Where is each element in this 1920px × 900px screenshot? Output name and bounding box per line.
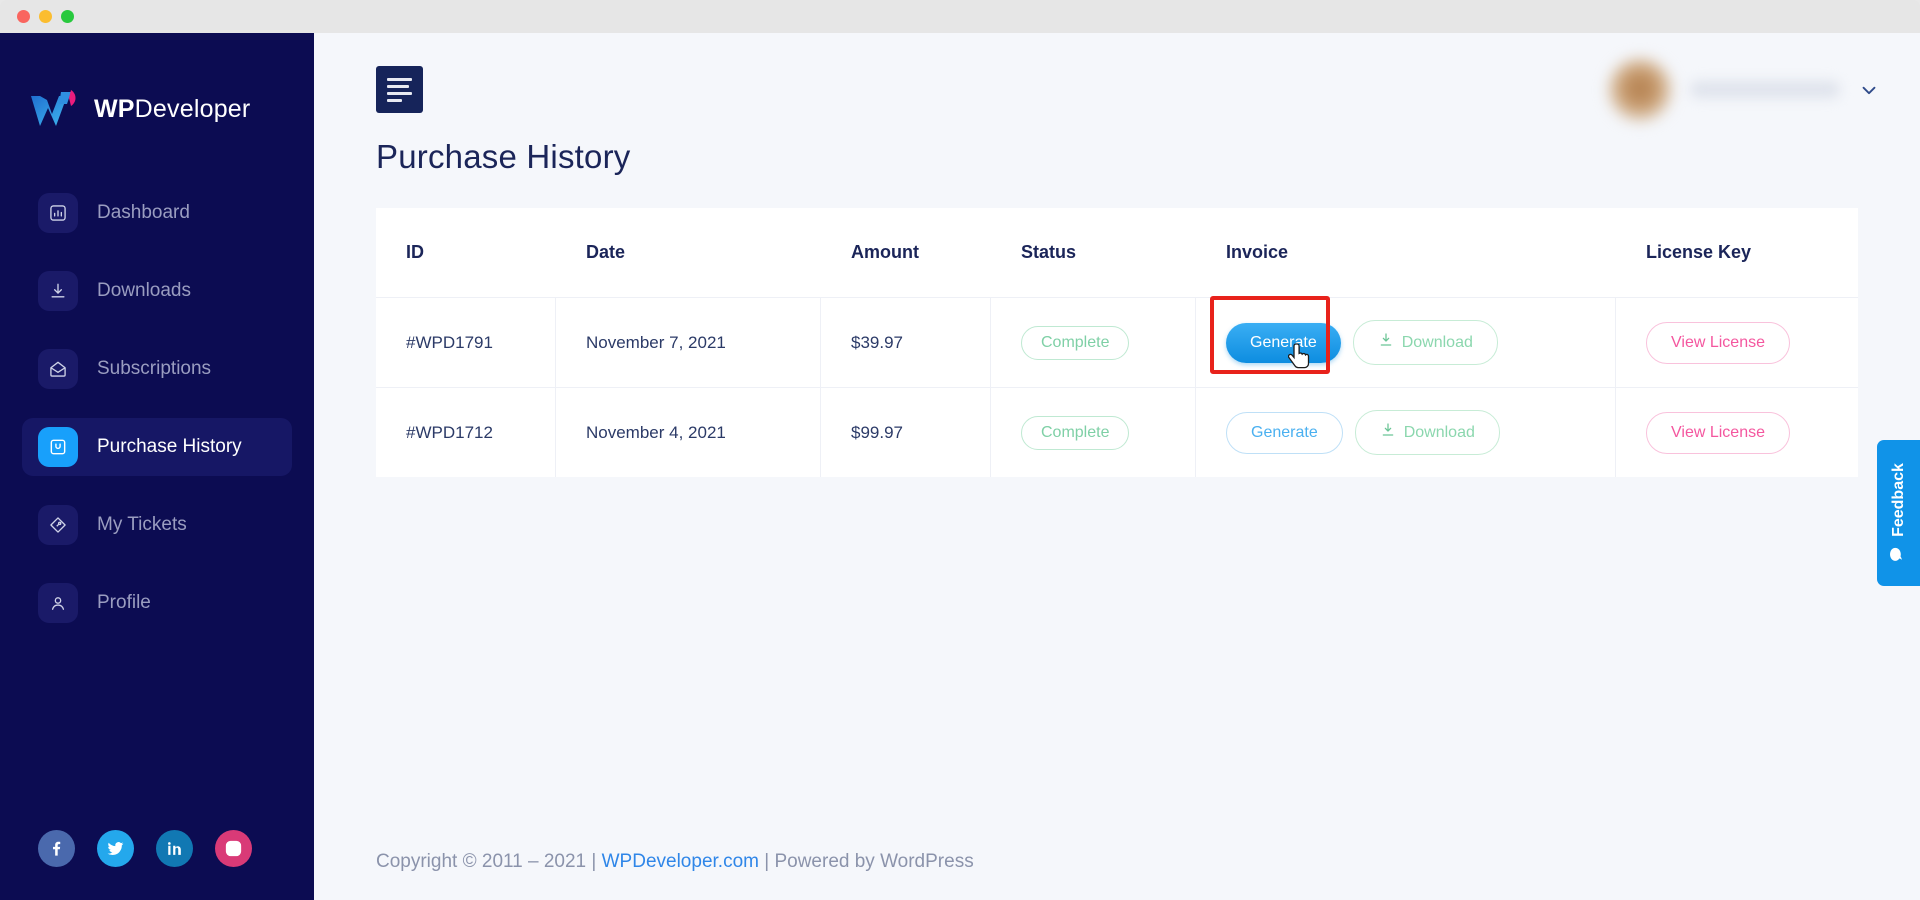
- cell-status: Complete: [991, 388, 1196, 477]
- invoice-actions: Generate Download: [1226, 320, 1615, 365]
- sidebar-item-profile[interactable]: Profile: [22, 574, 292, 632]
- ticket-icon: [38, 505, 78, 545]
- facebook-link[interactable]: [38, 830, 75, 867]
- footer-suffix: | Powered by WordPress: [759, 851, 974, 872]
- social-links: [0, 830, 314, 867]
- sidebar-item-subscriptions[interactable]: Subscriptions: [22, 340, 292, 398]
- wpdeveloper-logo-icon: [27, 86, 81, 132]
- instagram-icon: [224, 839, 243, 858]
- user-icon: [38, 583, 78, 623]
- chevron-down-icon[interactable]: [1858, 79, 1880, 101]
- download-button-label: Download: [1404, 424, 1475, 442]
- brand[interactable]: WPDeveloper: [0, 79, 314, 139]
- topbar: [314, 33, 1920, 146]
- linkedin-icon: [165, 839, 184, 858]
- user-menu[interactable]: [1608, 58, 1880, 122]
- facebook-icon: [47, 839, 66, 858]
- sidebar-item-my-tickets[interactable]: My Tickets: [22, 496, 292, 554]
- cell-date: November 4, 2021: [556, 388, 821, 477]
- status-badge: Complete: [1021, 326, 1129, 360]
- cell-invoice: Generate Download: [1196, 388, 1616, 477]
- window-minimize-button[interactable]: [39, 10, 52, 23]
- instagram-link[interactable]: [215, 830, 252, 867]
- sidebar-nav: Dashboard Downloads Subscriptions: [0, 184, 314, 632]
- user-name: [1690, 81, 1840, 98]
- footer-link[interactable]: WPDeveloper.com: [602, 851, 759, 872]
- brand-text: WPDeveloper: [94, 95, 250, 124]
- avatar: [1608, 58, 1672, 122]
- sidebar-item-label: Dashboard: [97, 202, 190, 224]
- column-header-license-key: License Key: [1616, 208, 1858, 298]
- chart-bar-icon: [38, 193, 78, 233]
- cell-date: November 7, 2021: [556, 298, 821, 388]
- download-button-row-1[interactable]: Download: [1353, 320, 1498, 365]
- cell-id: #WPD1791: [376, 298, 556, 388]
- cell-amount: $99.97: [821, 388, 991, 477]
- app-shell: WPDeveloper Dashboard Downloads: [0, 33, 1920, 900]
- table-row: #WPD1712 November 4, 2021 $99.97 Complet…: [376, 388, 1858, 477]
- table-header-row: ID Date Amount Status Invoice License Ke…: [376, 208, 1858, 298]
- table-head: ID Date Amount Status Invoice License Ke…: [376, 208, 1858, 298]
- cell-license-key: View License: [1616, 298, 1858, 388]
- twitter-icon: [106, 839, 125, 858]
- browser-chrome: [0, 0, 1920, 33]
- purchase-history-table-wrapper: ID Date Amount Status Invoice License Ke…: [376, 208, 1858, 477]
- sidebar-item-label: Purchase History: [97, 436, 242, 458]
- chat-bubble-icon: [1888, 546, 1910, 563]
- twitter-link[interactable]: [97, 830, 134, 867]
- sidebar-item-dashboard[interactable]: Dashboard: [22, 184, 292, 242]
- page-title: Purchase History: [314, 138, 1920, 176]
- cell-status: Complete: [991, 298, 1196, 388]
- download-button-label: Download: [1402, 334, 1473, 352]
- view-license-button-row-1[interactable]: View License: [1646, 322, 1790, 364]
- sidebar-item-downloads[interactable]: Downloads: [22, 262, 292, 320]
- sidebar-item-label: Subscriptions: [97, 358, 211, 380]
- generate-button-row-1[interactable]: Generate: [1226, 323, 1341, 363]
- window-close-button[interactable]: [17, 10, 30, 23]
- feedback-tab-inner: Feedback: [1888, 463, 1910, 563]
- brand-text-rest: Developer: [135, 95, 251, 123]
- cell-invoice: Generate Download: [1196, 298, 1616, 388]
- cell-amount: $39.97: [821, 298, 991, 388]
- column-header-date: Date: [556, 208, 821, 298]
- sidebar-item-label: My Tickets: [97, 514, 187, 536]
- column-header-amount: Amount: [821, 208, 991, 298]
- feedback-label: Feedback: [1890, 463, 1908, 537]
- table-body: #WPD1791 November 7, 2021 $39.97 Complet…: [376, 298, 1858, 477]
- table-row: #WPD1791 November 7, 2021 $39.97 Complet…: [376, 298, 1858, 388]
- column-header-id: ID: [376, 208, 556, 298]
- sidebar-item-label: Downloads: [97, 280, 191, 302]
- cell-license-key: View License: [1616, 388, 1858, 477]
- feedback-tab[interactable]: Feedback: [1877, 440, 1920, 586]
- generate-button-row-2[interactable]: Generate: [1226, 412, 1343, 454]
- column-header-status: Status: [991, 208, 1196, 298]
- envelope-open-icon: [38, 349, 78, 389]
- sidebar-item-label: Profile: [97, 592, 151, 614]
- linkedin-link[interactable]: [156, 830, 193, 867]
- cell-id: #WPD1712: [376, 388, 556, 477]
- sidebar-item-purchase-history[interactable]: Purchase History: [22, 418, 292, 476]
- footer-prefix: Copyright © 2011 – 2021 |: [376, 851, 602, 872]
- mouse-cursor: [1288, 342, 1314, 372]
- menu-icon[interactable]: [376, 66, 423, 113]
- bag-icon: [38, 427, 78, 467]
- status-badge: Complete: [1021, 416, 1129, 450]
- download-icon: [1380, 422, 1396, 443]
- window-zoom-button[interactable]: [61, 10, 74, 23]
- download-button-row-2[interactable]: Download: [1355, 410, 1500, 455]
- download-icon: [38, 271, 78, 311]
- purchase-history-table: ID Date Amount Status Invoice License Ke…: [376, 208, 1858, 477]
- view-license-button-row-2[interactable]: View License: [1646, 412, 1790, 454]
- footer: Copyright © 2011 – 2021 | WPDeveloper.co…: [376, 851, 974, 873]
- main-content: Purchase History ID Date Amount Status I…: [314, 33, 1920, 900]
- download-icon: [1378, 332, 1394, 353]
- brand-text-bold: WP: [94, 95, 135, 123]
- invoice-actions: Generate Download: [1226, 410, 1615, 455]
- column-header-invoice: Invoice: [1196, 208, 1616, 298]
- sidebar: WPDeveloper Dashboard Downloads: [0, 33, 314, 900]
